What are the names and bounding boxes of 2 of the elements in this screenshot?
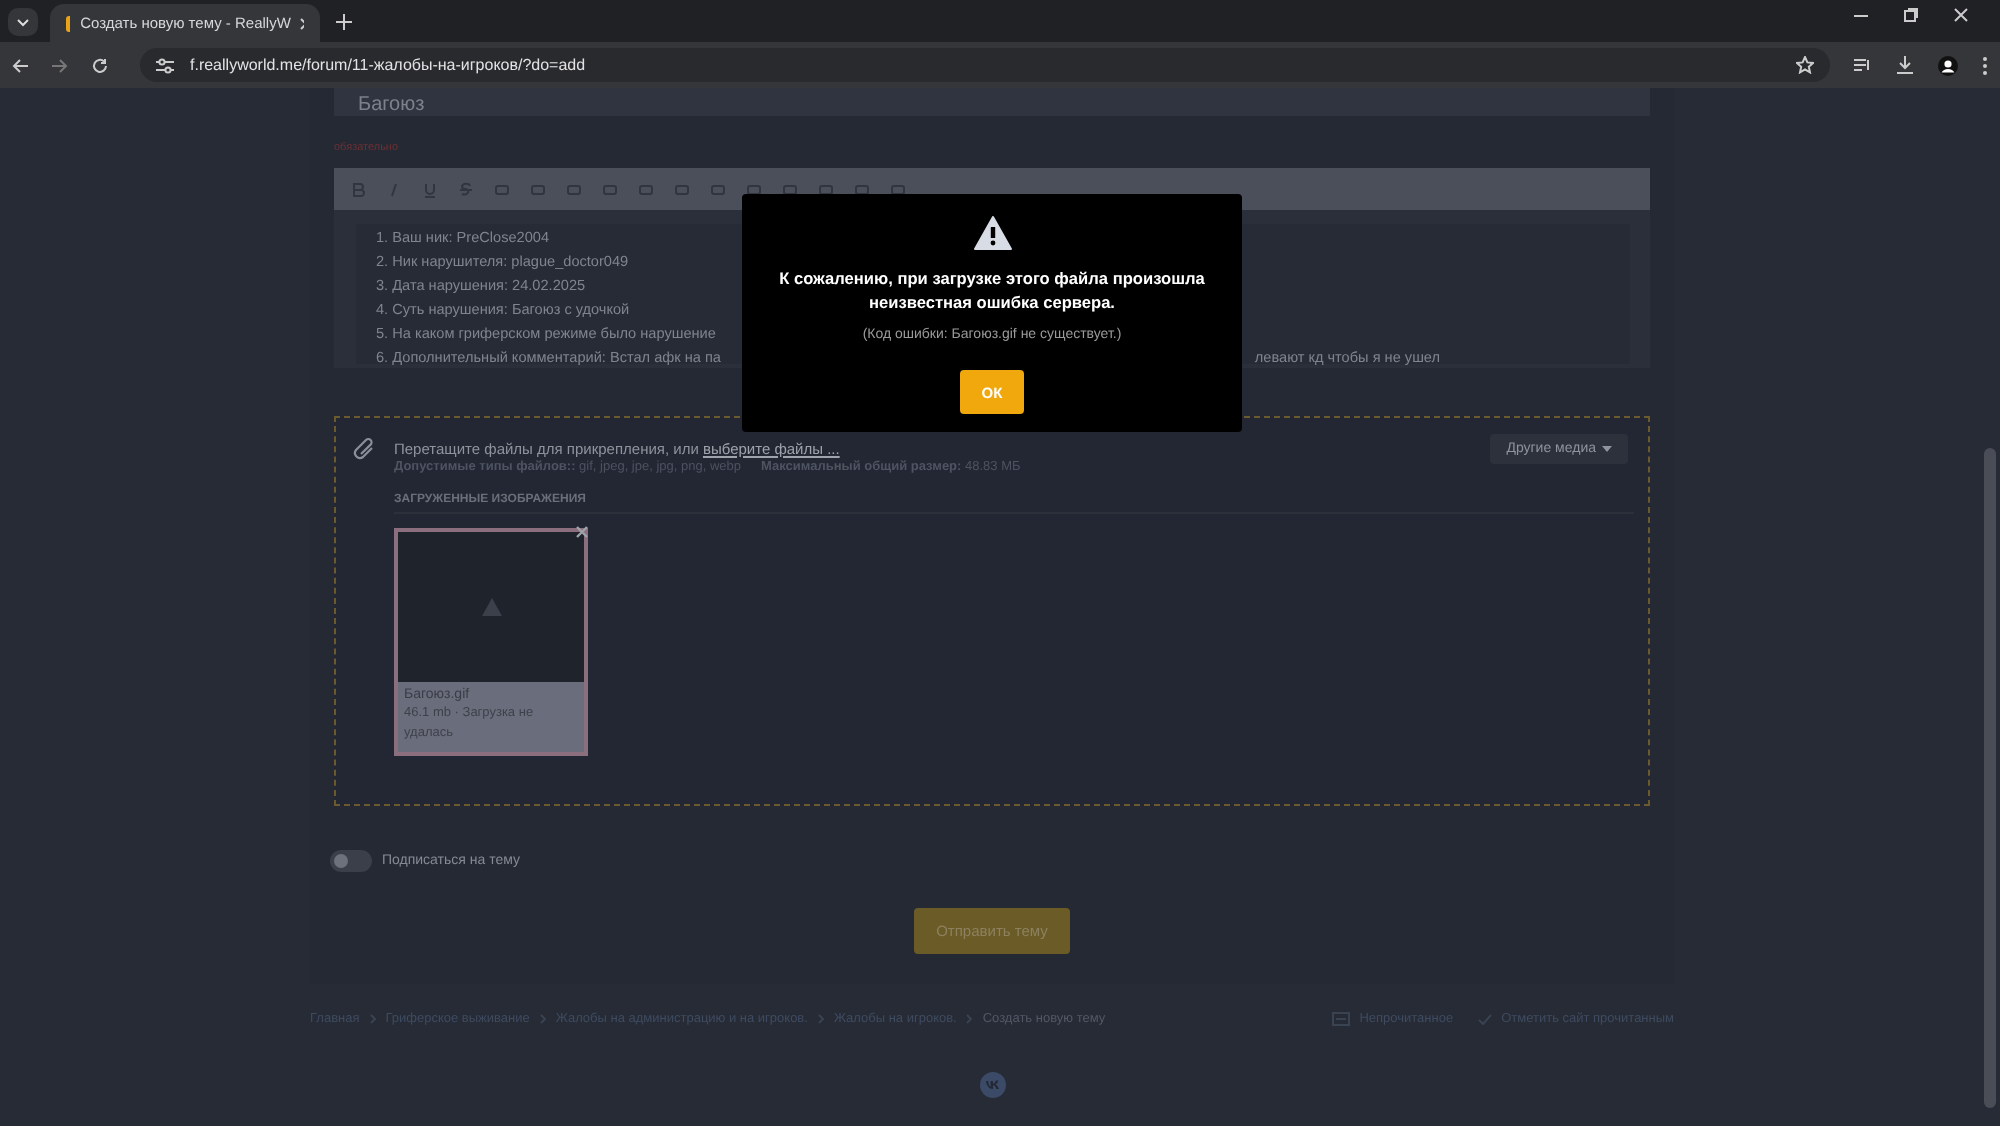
error-message: К сожалению, при загрузке этого файла произошла неизвестная ошибка сервера. — [777, 266, 1207, 314]
url-text: f.reallyworld.me/forum/11-жалобы-на-игроков/?do=add — [190, 56, 588, 74]
